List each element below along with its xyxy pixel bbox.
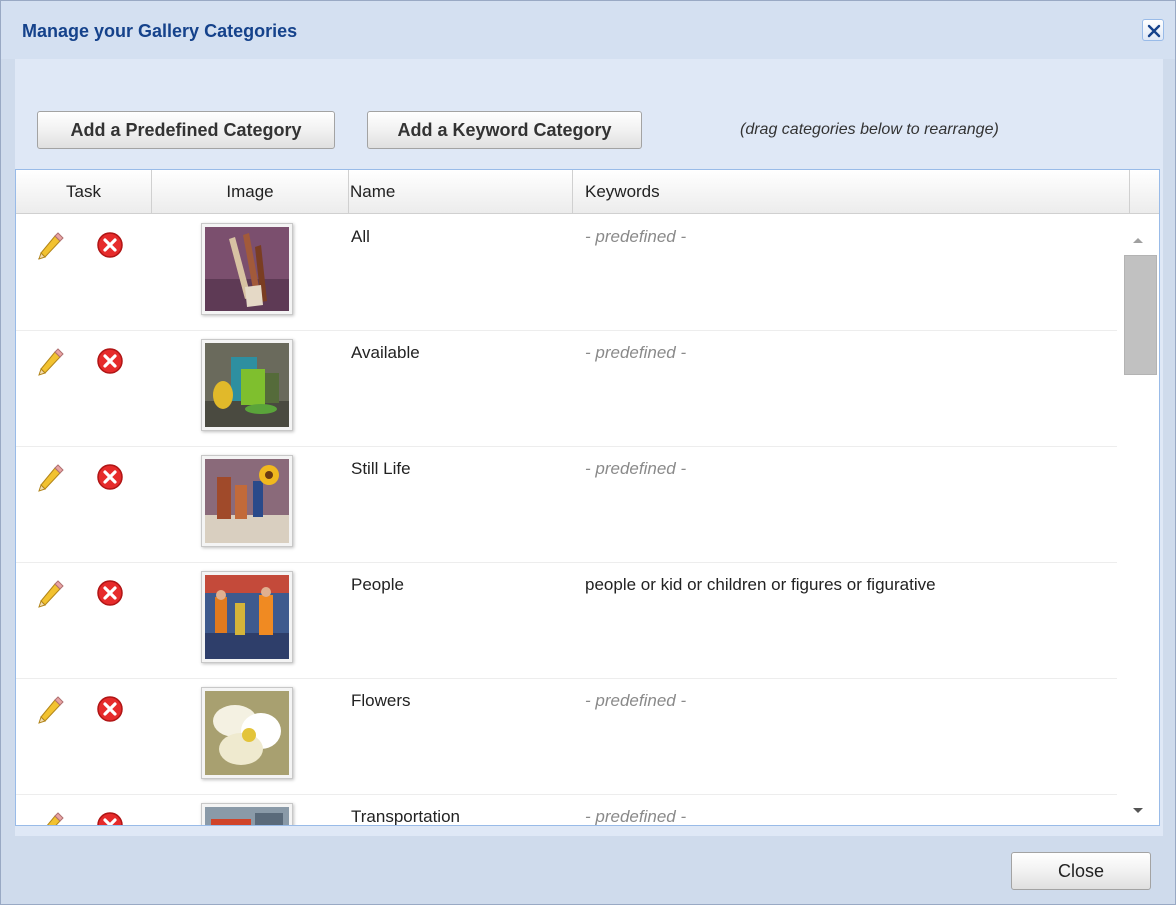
delete-x-icon[interactable] <box>96 695 124 723</box>
add-keyword-category-button[interactable]: Add a Keyword Category <box>367 111 642 149</box>
close-x-icon[interactable] <box>1142 19 1164 41</box>
category-row[interactable]: Flowers - predefined - <box>16 679 1117 795</box>
category-row[interactable]: Still Life - predefined - <box>16 447 1117 563</box>
category-keywords: - predefined - <box>585 807 687 826</box>
column-header-keywords[interactable]: Keywords <box>573 170 1130 214</box>
pencil-icon[interactable] <box>34 347 64 377</box>
manage-categories-dialog: Manage your Gallery Categories Add a Pre… <box>0 0 1176 905</box>
category-keywords: - predefined - <box>585 343 687 362</box>
category-row[interactable]: Transportation - predefined - <box>16 795 1117 826</box>
category-keywords: - predefined - <box>585 459 687 478</box>
scroll-down-arrow-icon[interactable] <box>1132 802 1144 820</box>
category-keywords: - predefined - <box>585 691 687 710</box>
bottles-sunflower-thumbnail <box>201 455 293 547</box>
white-flower-thumbnail <box>201 687 293 779</box>
category-row[interactable]: All - predefined - <box>16 215 1117 331</box>
paintbrushes-thumbnail <box>201 223 293 315</box>
categories-grid: Task Image Name Keywords All - predefine… <box>15 169 1160 826</box>
delete-x-icon[interactable] <box>96 463 124 491</box>
category-name: Available <box>351 343 420 362</box>
category-keywords: people or kid or children or figures or … <box>585 575 936 594</box>
category-row[interactable]: People people or kid or children or figu… <box>16 563 1117 679</box>
category-name: All <box>351 227 370 246</box>
category-name: Transportation <box>351 807 460 826</box>
category-keywords: - predefined - <box>585 227 687 246</box>
column-header-image[interactable]: Image <box>152 170 349 214</box>
grid-header: Task Image Name Keywords <box>16 170 1159 214</box>
scrollbar-thumb[interactable] <box>1124 255 1157 375</box>
pencil-icon[interactable] <box>34 463 64 493</box>
pencil-icon[interactable] <box>34 579 64 609</box>
street-scene-people-thumbnail <box>201 571 293 663</box>
category-name: Flowers <box>351 691 411 710</box>
delete-x-icon[interactable] <box>96 579 124 607</box>
grid-scrollbar[interactable] <box>1117 215 1159 825</box>
column-header-spacer <box>1130 170 1159 214</box>
column-header-name[interactable]: Name <box>349 170 573 214</box>
dialog-titlebar[interactable]: Manage your Gallery Categories <box>1 1 1175 59</box>
column-header-task[interactable]: Task <box>16 170 152 214</box>
category-name: Still Life <box>351 459 411 478</box>
still-life-pitcher-thumbnail <box>201 339 293 431</box>
close-button[interactable]: Close <box>1011 852 1151 890</box>
add-predefined-category-button[interactable]: Add a Predefined Category <box>37 111 335 149</box>
category-name: People <box>351 575 404 594</box>
vehicles-thumbnail <box>201 803 293 825</box>
pencil-icon[interactable] <box>34 695 64 725</box>
pencil-icon[interactable] <box>34 811 64 825</box>
grid-rows[interactable]: All - predefined - Available - predefine… <box>16 215 1117 826</box>
delete-x-icon[interactable] <box>96 231 124 259</box>
drag-hint-text: (drag categories below to rearrange) <box>740 121 999 138</box>
category-row[interactable]: Available - predefined - <box>16 331 1117 447</box>
dialog-title: Manage your Gallery Categories <box>22 21 298 41</box>
delete-x-icon[interactable] <box>96 347 124 375</box>
pencil-icon[interactable] <box>34 231 64 261</box>
delete-x-icon[interactable] <box>96 811 124 825</box>
scroll-up-arrow-icon[interactable] <box>1132 231 1144 249</box>
